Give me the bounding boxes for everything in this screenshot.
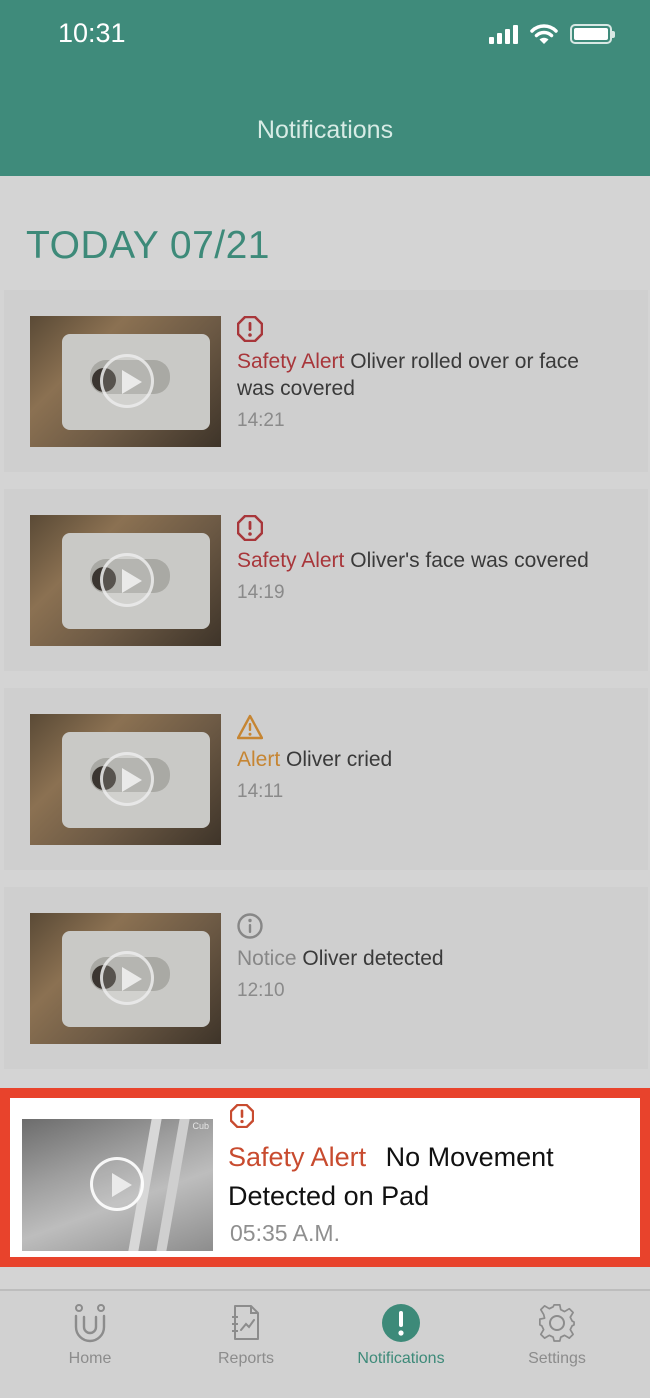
- notification-card[interactable]: Safety Alert Oliver's face was covered 1…: [4, 489, 648, 671]
- tab-reports[interactable]: Reports: [181, 1291, 311, 1398]
- notification-card[interactable]: Notice Oliver detected 12:10: [4, 887, 648, 1069]
- video-thumbnail[interactable]: [30, 316, 221, 447]
- wifi-icon: [530, 24, 558, 44]
- notification-text: Safety Alert Oliver's face was covered: [237, 547, 617, 574]
- notification-type: Safety Alert: [237, 549, 345, 572]
- video-thumbnail[interactable]: [30, 515, 221, 646]
- notification-card[interactable]: Alert Oliver cried 14:11: [4, 688, 648, 870]
- thumbnail-stamp: Cub: [192, 1121, 209, 1131]
- settings-icon: [538, 1304, 575, 1342]
- notification-time: 12:10: [237, 980, 285, 1001]
- tab-bar: Home Reports Notifications Settings: [0, 1289, 650, 1398]
- tab-notifications[interactable]: Notifications: [336, 1291, 466, 1398]
- notification-time: 14:21: [237, 410, 285, 431]
- tab-label: Notifications: [357, 1350, 445, 1367]
- section-date-title: TODAY 07/21: [26, 224, 270, 267]
- home-icon: [74, 1304, 106, 1343]
- reports-icon: [232, 1305, 259, 1340]
- battery-icon: [570, 24, 615, 44]
- notification-text: Notice Oliver detected: [237, 945, 617, 972]
- safety-alert-icon: [237, 316, 263, 342]
- play-icon[interactable]: [100, 951, 154, 1005]
- video-thumbnail[interactable]: Cub: [22, 1119, 213, 1251]
- header: 10:31 Notifications: [0, 0, 650, 176]
- play-icon[interactable]: [100, 354, 154, 408]
- notification-type: Safety Alert: [228, 1142, 367, 1172]
- notification-message: Oliver detected: [302, 947, 444, 970]
- notification-message: Oliver's face was covered: [350, 549, 589, 572]
- tab-label: Home: [68, 1350, 112, 1367]
- notification-time: 14:19: [237, 582, 285, 603]
- video-thumbnail[interactable]: [30, 714, 221, 845]
- notification-type: Notice: [237, 947, 297, 970]
- notification-text: Safety Alert Oliver rolled over or face …: [237, 348, 617, 402]
- safety-alert-icon: [230, 1104, 254, 1128]
- info-icon: [237, 913, 263, 939]
- video-thumbnail[interactable]: [30, 913, 221, 1044]
- signal-icon: [489, 24, 518, 44]
- notification-text: Alert Oliver cried: [237, 746, 617, 773]
- status-time: 10:31: [58, 18, 126, 48]
- notifications-icon: [382, 1304, 420, 1342]
- warning-icon: [237, 714, 263, 740]
- play-icon[interactable]: [100, 553, 154, 607]
- notification-time: 05:35 A.M.: [230, 1220, 340, 1246]
- tab-label: Settings: [528, 1350, 586, 1367]
- highlighted-notification-card[interactable]: Cub Safety Alert No Movement Detected on…: [0, 1088, 650, 1267]
- tab-home[interactable]: Home: [25, 1291, 155, 1398]
- notification-type: Alert: [237, 748, 281, 771]
- page-title: Notifications: [256, 116, 394, 144]
- play-icon[interactable]: [90, 1157, 144, 1211]
- status-icons: [489, 22, 615, 46]
- play-icon[interactable]: [100, 752, 154, 806]
- notification-time: 14:11: [237, 781, 284, 802]
- safety-alert-icon: [237, 515, 263, 541]
- tab-settings[interactable]: Settings: [492, 1291, 622, 1398]
- notification-text: Safety Alert No Movement Detected on Pad: [228, 1138, 628, 1216]
- notification-card[interactable]: Safety Alert Oliver rolled over or face …: [4, 290, 648, 472]
- notification-message: Oliver cried: [286, 748, 393, 771]
- notification-type: Safety Alert: [237, 350, 345, 373]
- tab-label: Reports: [217, 1350, 275, 1367]
